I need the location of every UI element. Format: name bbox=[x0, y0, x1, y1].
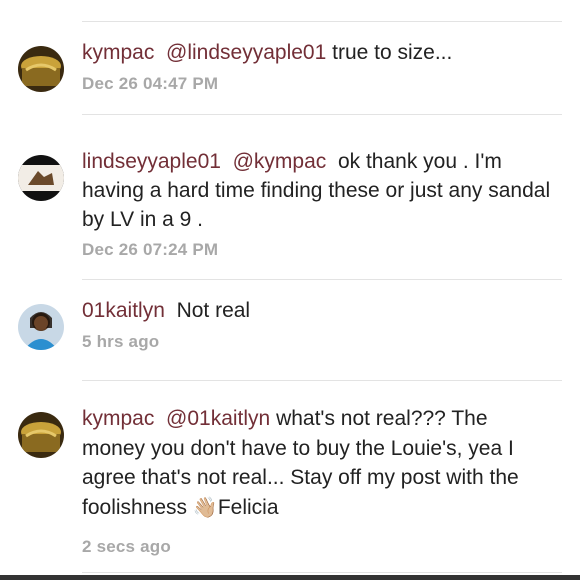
comment-body: Not real bbox=[176, 299, 251, 322]
avatar[interactable] bbox=[18, 304, 64, 350]
comment-text: 01kaitlyn Not real bbox=[82, 296, 552, 325]
divider bbox=[82, 114, 562, 115]
comment-body: true to size... bbox=[332, 41, 453, 64]
comment-username[interactable]: kympac bbox=[82, 407, 154, 430]
comment-timestamp: 2 secs ago bbox=[82, 537, 171, 556]
avatar[interactable] bbox=[18, 155, 64, 201]
comment-timestamp: Dec 26 04:47 PM bbox=[82, 74, 219, 93]
comment-text: kympac @01kaitlyn what's not real??? The… bbox=[82, 404, 552, 523]
comment-username[interactable]: kympac bbox=[82, 41, 154, 64]
comment-username[interactable]: 01kaitlyn bbox=[82, 299, 165, 322]
avatar[interactable] bbox=[18, 412, 64, 458]
comment-mention[interactable]: @01kaitlyn bbox=[166, 407, 270, 430]
divider bbox=[82, 572, 562, 573]
comment-text: lindseyyaple01 @kympac ok thank you . I'… bbox=[82, 147, 552, 234]
comment-mention[interactable]: @kympac bbox=[233, 150, 327, 173]
avatar[interactable] bbox=[18, 46, 64, 92]
divider bbox=[82, 279, 562, 280]
comment-text: kympac @lindseyyaple01 true to size... bbox=[82, 38, 552, 67]
bottom-bar bbox=[0, 575, 580, 580]
comment-mention[interactable]: @lindseyyaple01 bbox=[166, 41, 326, 64]
divider-top bbox=[82, 21, 562, 22]
comment-timestamp: 5 hrs ago bbox=[82, 332, 160, 351]
comment-body-end: Felicia bbox=[217, 495, 279, 519]
divider bbox=[82, 380, 562, 381]
comment-username[interactable]: lindseyyaple01 bbox=[82, 150, 221, 173]
waving-hand-icon: 👋🏼 bbox=[192, 496, 218, 519]
comment-timestamp: Dec 26 07:24 PM bbox=[82, 240, 219, 259]
